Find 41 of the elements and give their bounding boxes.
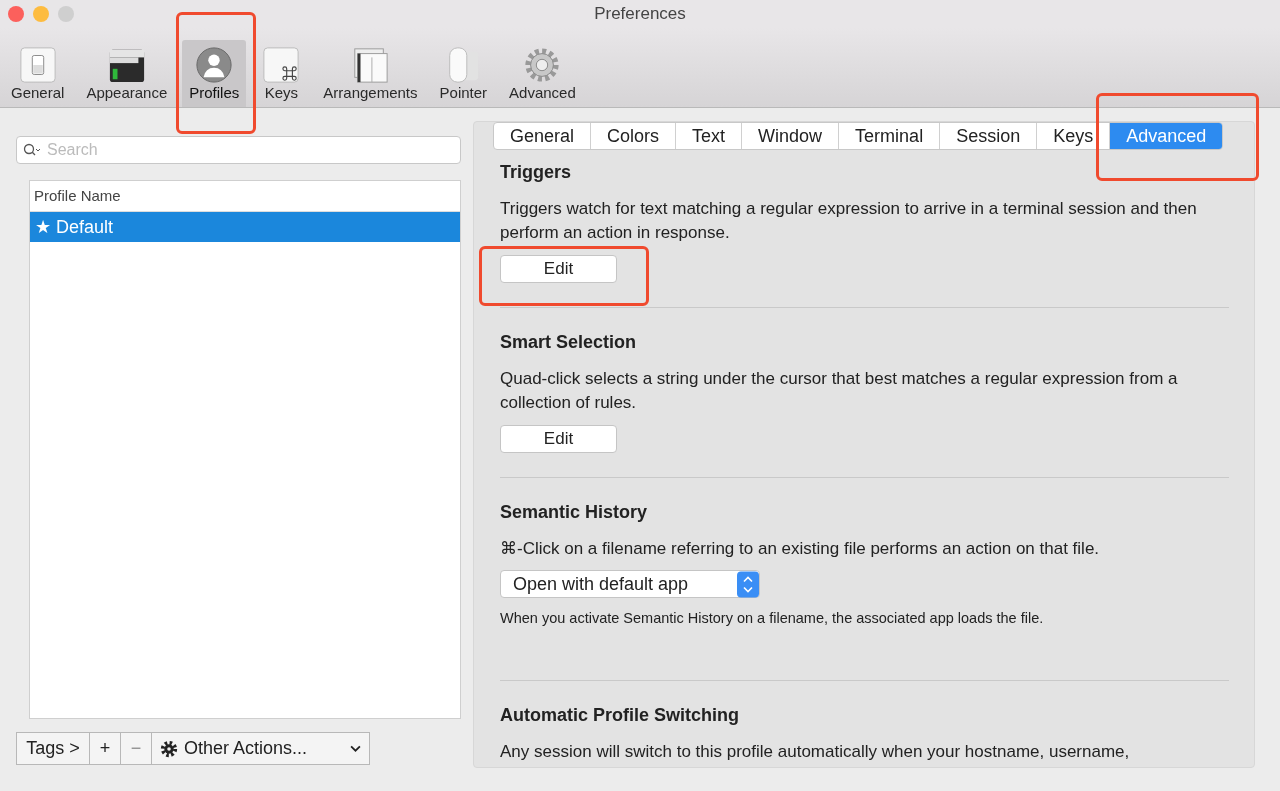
tab[interactable]: General — [494, 123, 591, 149]
toolbar-tab[interactable]: Pointer — [432, 40, 495, 107]
tab[interactable]: Colors — [590, 123, 676, 149]
section-title: Smart Selection — [500, 332, 638, 353]
chevron-icon — [350, 745, 361, 752]
search-field[interactable]: Search — [16, 136, 461, 164]
tab[interactable]: Window — [741, 123, 839, 149]
toolbar-tab[interactable]: Profiles — [182, 40, 247, 107]
section-description: Triggers watch for text matching a regular expression to arrive in a terminal session and then perform an action in response. — [500, 198, 1198, 244]
tab[interactable]: Text — [675, 123, 742, 149]
zoom-button[interactable] — [58, 6, 74, 22]
section-description: ⌘-Click on a filename referring to an existing file performs an action on that file. — [500, 538, 1101, 560]
minimize-button[interactable] — [33, 6, 49, 22]
toolbar-tab[interactable]: Keys — [254, 40, 309, 107]
toolbar-tab[interactable]: General — [4, 40, 72, 107]
profile-row[interactable]: ★ Default — [30, 212, 460, 242]
close-button[interactable] — [8, 6, 24, 22]
section-note: When you activate Semantic History on a filename, the associated app loads the file. — [500, 610, 1045, 626]
tab[interactable]: Terminal — [838, 123, 940, 149]
section-title: Triggers — [500, 162, 573, 183]
section-description: Quad-click selects a string under the cursor that best matches a regular expression from a collection of rules. — [500, 368, 1179, 414]
toolbar-tab[interactable]: Arrangements — [316, 40, 425, 107]
gear-icon — [160, 739, 178, 758]
add-button[interactable]: + — [89, 732, 121, 765]
section-description: Any session will switch to this profile automatically when your hostname, username, — [500, 741, 1131, 763]
edit-button[interactable]: Edit — [500, 255, 617, 283]
tab[interactable]: Session — [939, 123, 1037, 149]
toolbar-tab[interactable]: Appearance — [79, 40, 175, 107]
toolbar-tab[interactable]: Advanced — [502, 40, 583, 107]
search-icon — [23, 143, 41, 157]
other-actions-dropdown[interactable]: Other Actions... — [151, 732, 370, 765]
edit-button[interactable]: Edit — [500, 425, 617, 453]
window-title: Preferences — [594, 4, 686, 24]
section-title: Automatic Profile Switching — [500, 705, 741, 726]
popup-menu[interactable]: Open with default app — [500, 570, 760, 598]
command-key-icon — [261, 46, 302, 84]
tags-button[interactable]: Tags > — [16, 732, 90, 765]
person-icon — [194, 46, 235, 84]
switch-icon — [17, 46, 58, 84]
section-title: Semantic History — [500, 502, 649, 523]
updown-arrows-icon — [737, 570, 759, 598]
